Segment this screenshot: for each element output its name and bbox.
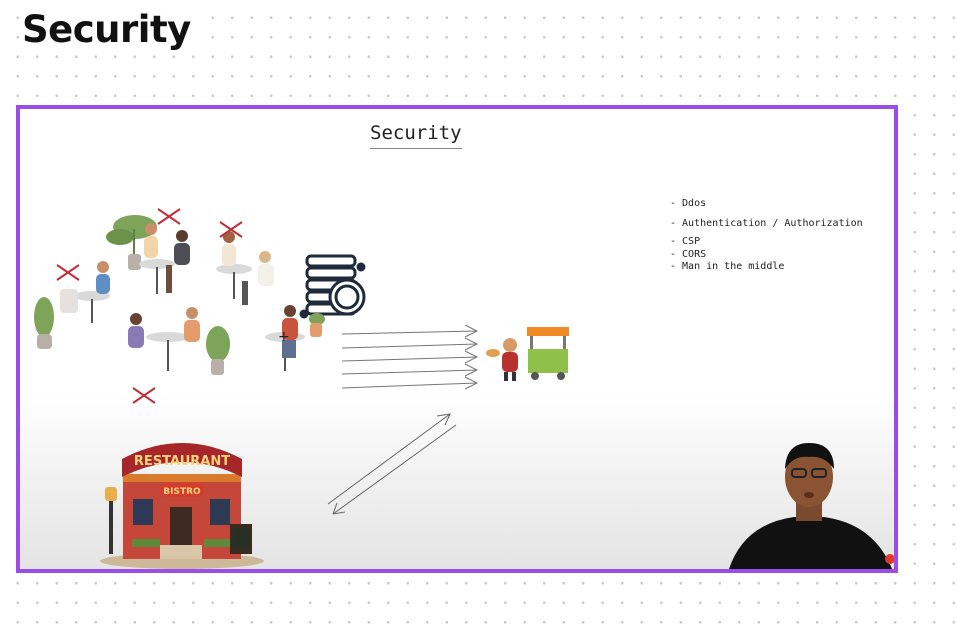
cafe-table-group xyxy=(60,261,110,323)
presenter-webcam xyxy=(729,443,894,569)
two-way-arrow xyxy=(327,413,457,515)
cafe-table-group xyxy=(128,307,200,371)
blocked-cross-icon xyxy=(157,208,181,225)
plant-icon xyxy=(34,297,54,349)
plant-icon xyxy=(206,326,230,375)
food-cart-icon xyxy=(527,327,569,380)
cafe-table-group: + xyxy=(265,305,305,371)
restaurant-building-icon: RESTAURANT BISTRO xyxy=(100,443,264,569)
vendor-character-icon xyxy=(486,338,518,381)
server-stack-icon xyxy=(299,254,366,319)
blocked-cross-icon xyxy=(132,387,156,404)
video-slide-frame[interactable]: Security - Ddos - Authentication / Autho… xyxy=(16,105,898,573)
restaurant-sign: RESTAURANT xyxy=(134,454,230,469)
svg-text:+: + xyxy=(278,329,290,345)
cafe-table-group xyxy=(216,231,274,305)
page-title: Security xyxy=(22,8,195,51)
bistro-sign: BISTRO xyxy=(163,487,201,497)
plant-icon xyxy=(309,313,325,337)
request-arrows xyxy=(341,324,479,390)
blocked-cross-icon xyxy=(56,264,80,281)
